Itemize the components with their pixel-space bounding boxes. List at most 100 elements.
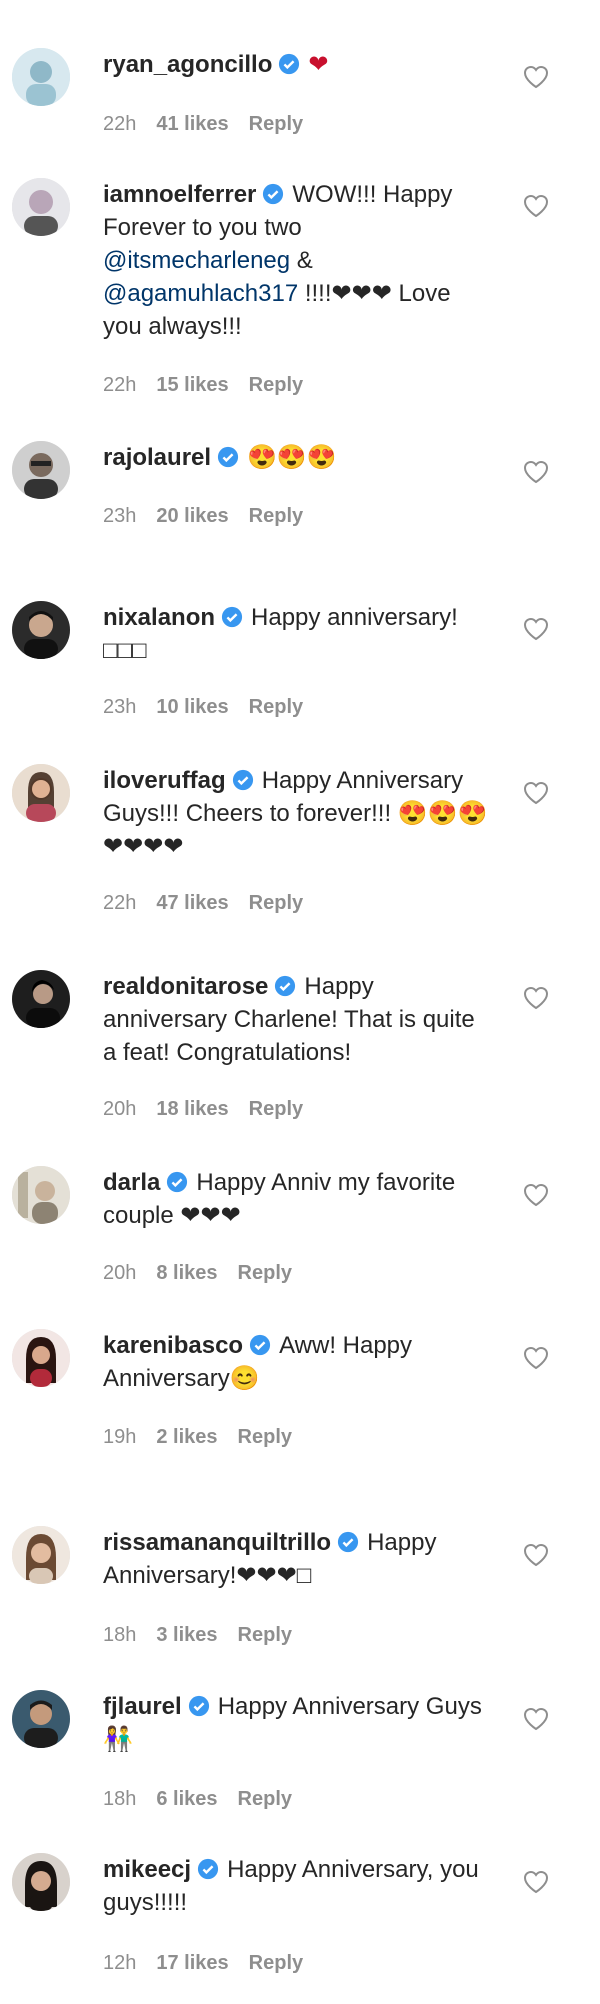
reply-button[interactable]: Reply (249, 696, 303, 718)
comment-body: rissamananquiltrillo Happy Anniversary!❤❤… (103, 1526, 493, 1592)
likes-count[interactable]: 6 likes (156, 1788, 217, 1810)
comment-meta: 23h 20 likes Reply (103, 505, 323, 528)
verified-badge-icon (232, 769, 254, 791)
verified-badge-icon (337, 1531, 359, 1553)
like-heart-icon[interactable] (523, 1707, 549, 1731)
comment-body: ryan_agoncillo ❤ (103, 48, 493, 81)
like-heart-icon[interactable] (523, 194, 549, 218)
verified-badge-icon (262, 183, 284, 205)
comment-body: karenibasco Aww! Happy Anniversary😊 (103, 1329, 493, 1395)
comment-meta: 23h 10 likes Reply (103, 696, 323, 719)
likes-count[interactable]: 47 likes (156, 892, 228, 914)
comment-meta: 22h 47 likes Reply (103, 892, 323, 915)
verified-badge-icon (188, 1695, 210, 1717)
like-heart-icon[interactable] (523, 1870, 549, 1894)
verified-badge-icon (166, 1171, 188, 1193)
like-heart-icon[interactable] (523, 460, 549, 484)
username-link[interactable]: fjlaurel (103, 1693, 182, 1720)
comment-body: nixalanon Happy anniversary! □□□ (103, 601, 493, 667)
avatar[interactable] (12, 601, 70, 659)
avatar[interactable] (12, 1853, 70, 1911)
username-link[interactable]: karenibasco (103, 1332, 243, 1359)
comment-body: iloveruffag Happy Anniversary Guys!!! Che… (103, 764, 493, 863)
comment-body: realdonitarose Happy anniversary Charlene… (103, 970, 493, 1069)
avatar[interactable] (12, 764, 70, 822)
timestamp: 12h (103, 1952, 137, 1974)
reply-button[interactable]: Reply (238, 1788, 292, 1810)
timestamp: 20h (103, 1098, 137, 1120)
likes-count[interactable]: 15 likes (156, 374, 228, 396)
comment-body: darla Happy Anniv my favorite couple ❤❤❤ (103, 1166, 493, 1232)
avatar[interactable] (12, 1526, 70, 1584)
username-link[interactable]: iamnoelferrer (103, 181, 256, 208)
timestamp: 20h (103, 1262, 137, 1284)
verified-badge-icon (197, 1858, 219, 1880)
comment-meta: 18h 3 likes Reply (103, 1624, 312, 1647)
like-heart-icon[interactable] (523, 781, 549, 805)
avatar[interactable] (12, 970, 70, 1028)
avatar[interactable] (12, 48, 70, 106)
reply-button[interactable]: Reply (249, 113, 303, 135)
username-link[interactable]: iloveruffag (103, 767, 226, 794)
like-heart-icon[interactable] (523, 65, 549, 89)
comment-meta: 20h 18 likes Reply (103, 1098, 323, 1121)
like-heart-icon[interactable] (523, 1346, 549, 1370)
comment-meta: 19h 2 likes Reply (103, 1426, 312, 1449)
username-link[interactable]: realdonitarose (103, 973, 268, 1000)
likes-count[interactable]: 18 likes (156, 1098, 228, 1120)
reply-button[interactable]: Reply (238, 1624, 292, 1646)
likes-count[interactable]: 3 likes (156, 1624, 217, 1646)
reply-button[interactable]: Reply (249, 1098, 303, 1120)
timestamp: 19h (103, 1426, 137, 1448)
likes-count[interactable]: 10 likes (156, 696, 228, 718)
reply-button[interactable]: Reply (249, 505, 303, 527)
verified-badge-icon (278, 53, 300, 75)
comment-meta: 18h 6 likes Reply (103, 1788, 312, 1811)
username-link[interactable]: mikeecj (103, 1856, 191, 1883)
likes-count[interactable]: 20 likes (156, 505, 228, 527)
avatar[interactable] (12, 1329, 70, 1387)
username-link[interactable]: rissamananquiltrillo (103, 1529, 331, 1556)
avatar[interactable] (12, 178, 70, 236)
comment-body: rajolaurel 😍😍😍 (103, 441, 493, 474)
comment-meta: 22h 15 likes Reply (103, 374, 323, 397)
comment-meta: 20h 8 likes Reply (103, 1262, 312, 1285)
timestamp: 23h (103, 696, 137, 718)
timestamp: 18h (103, 1624, 137, 1646)
comment-body: fjlaurel Happy Anniversary Guys 👫 (103, 1690, 493, 1756)
username-link[interactable]: darla (103, 1169, 160, 1196)
like-heart-icon[interactable] (523, 1183, 549, 1207)
likes-count[interactable]: 8 likes (156, 1262, 217, 1284)
comment-body: mikeecj Happy Anniversary, you guys!!!!! (103, 1853, 493, 1919)
avatar[interactable] (12, 441, 70, 499)
like-heart-icon[interactable] (523, 986, 549, 1010)
comment-text: & (290, 247, 313, 274)
reply-button[interactable]: Reply (249, 892, 303, 914)
reply-button[interactable]: Reply (249, 1952, 303, 1974)
like-heart-icon[interactable] (523, 617, 549, 641)
verified-badge-icon (221, 606, 243, 628)
comment-text: 😍😍😍 (247, 444, 337, 471)
reply-button[interactable]: Reply (238, 1426, 292, 1448)
timestamp: 22h (103, 892, 137, 914)
avatar[interactable] (12, 1690, 70, 1748)
comment-text: ❤ (308, 51, 329, 78)
username-link[interactable]: rajolaurel (103, 444, 211, 471)
timestamp: 22h (103, 113, 137, 135)
username-link[interactable]: nixalanon (103, 604, 215, 631)
reply-button[interactable]: Reply (249, 374, 303, 396)
comment-meta: 22h 41 likes Reply (103, 113, 323, 136)
likes-count[interactable]: 2 likes (156, 1426, 217, 1448)
likes-count[interactable]: 17 likes (156, 1952, 228, 1974)
comment-body: iamnoelferrer WOW!!! Happy Forever to you… (103, 178, 493, 343)
likes-count[interactable]: 41 likes (156, 113, 228, 135)
timestamp: 23h (103, 505, 137, 527)
mention-link[interactable]: @itsmecharleneg (103, 247, 290, 274)
like-heart-icon[interactable] (523, 1543, 549, 1567)
timestamp: 22h (103, 374, 137, 396)
avatar[interactable] (12, 1166, 70, 1224)
reply-button[interactable]: Reply (238, 1262, 292, 1284)
username-link[interactable]: ryan_agoncillo (103, 51, 272, 78)
verified-badge-icon (249, 1334, 271, 1356)
mention-link[interactable]: @agamuhlach317 (103, 280, 298, 307)
